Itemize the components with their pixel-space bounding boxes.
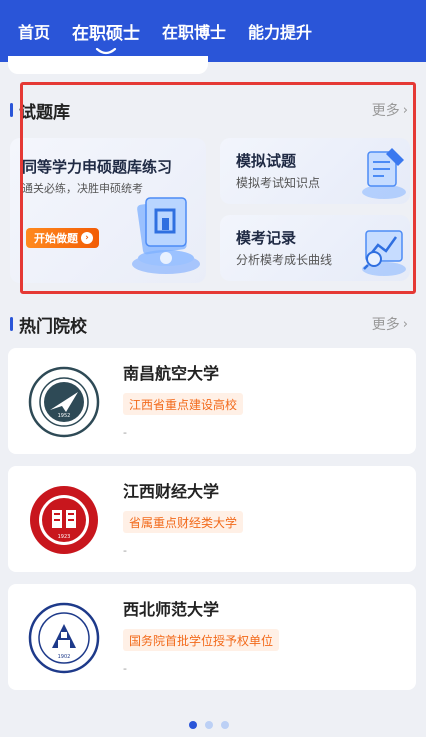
pagination-dot[interactable]: [205, 721, 213, 729]
school-card-jiangxi-caijing[interactable]: 1923 江西财经大学 省属重点财经类大学 -: [8, 466, 416, 572]
school-card-nanchang-hangkong[interactable]: 1952 南昌航空大学 江西省重点建设高校 -: [8, 348, 416, 454]
active-tab-indicator-icon: [95, 47, 117, 54]
school-tag: 省属重点财经类大学: [123, 511, 244, 533]
pagination-dot[interactable]: [221, 721, 229, 729]
school-logo-icon: 1952: [28, 366, 100, 438]
chevron-right-icon: ›: [402, 316, 408, 332]
question-bank-practice-card[interactable]: 同等学力申硕题库练习 通关必练，决胜申硕统考: [10, 138, 206, 283]
tab-in-service-master[interactable]: 在职硕士: [72, 19, 141, 54]
school-name: 江西财经大学: [123, 482, 220, 501]
school-card-xibei-shifan[interactable]: 1902 西北师范大学 国务院首批学位授予权单位 -: [8, 584, 416, 690]
chevron-right-icon: ›: [402, 102, 408, 118]
previous-card-fragment: [8, 56, 208, 74]
section-title: 试题库: [19, 102, 70, 123]
section-title: 热门院校: [19, 316, 87, 337]
hot-schools-header: 热门院校 更多 ›: [10, 312, 408, 337]
school-tag: 江西省重点建设高校: [123, 393, 244, 415]
tab-skill-upgrade[interactable]: 能力提升: [248, 19, 312, 43]
school-name: 南昌航空大学: [123, 364, 220, 383]
section-accent-bar: [10, 317, 13, 331]
question-bank-more-link[interactable]: 更多 ›: [372, 100, 408, 120]
school-meta: -: [123, 426, 127, 439]
svg-text:1902: 1902: [58, 654, 71, 660]
school-logo-icon: 1923: [30, 486, 98, 554]
arrow-right-icon: ›: [81, 232, 93, 244]
card-title: 模拟试题: [236, 152, 297, 170]
pagination-dot-active[interactable]: [189, 721, 197, 729]
card-title: 同等学力申硕题库练习: [22, 158, 173, 176]
more-label: 更多: [371, 317, 400, 333]
school-tag: 国务院首批学位授予权单位: [123, 629, 280, 651]
exam-paper-pen-icon: [362, 148, 406, 199]
school-name: 西北师范大学: [123, 600, 220, 619]
mock-record-card[interactable]: 模考记录 分析模考成长曲线: [220, 215, 410, 281]
card-subtitle: 分析模考成长曲线: [236, 253, 333, 267]
top-nav: 首页 在职硕士 在职博士 能力提升: [0, 0, 426, 62]
question-bank-header: 试题库 更多 ›: [10, 98, 408, 123]
hot-schools-more-link[interactable]: 更多 ›: [372, 314, 408, 334]
pagination-dots: [189, 721, 237, 729]
tab-label: 在职硕士: [72, 23, 141, 44]
mock-exam-card[interactable]: 模拟试题 模拟考试知识点: [220, 138, 410, 204]
card-subtitle: 模拟考试知识点: [236, 176, 321, 190]
more-label: 更多: [371, 103, 400, 119]
document-stack-icon: [132, 197, 200, 274]
svg-text:1923: 1923: [58, 534, 71, 540]
school-meta: -: [123, 662, 127, 675]
section-accent-bar: [10, 103, 13, 117]
school-logo-icon: 1902: [28, 602, 100, 674]
start-practice-button[interactable]: 开始做题 ›: [26, 228, 99, 248]
card-title: 模考记录: [236, 229, 297, 247]
tab-in-service-doctor[interactable]: 在职博士: [162, 19, 226, 43]
button-label: 开始做题: [34, 232, 78, 245]
school-meta: -: [123, 544, 127, 557]
chart-magnifier-icon: [362, 230, 406, 276]
svg-text:1952: 1952: [58, 413, 71, 419]
tab-home[interactable]: 首页: [18, 19, 50, 43]
